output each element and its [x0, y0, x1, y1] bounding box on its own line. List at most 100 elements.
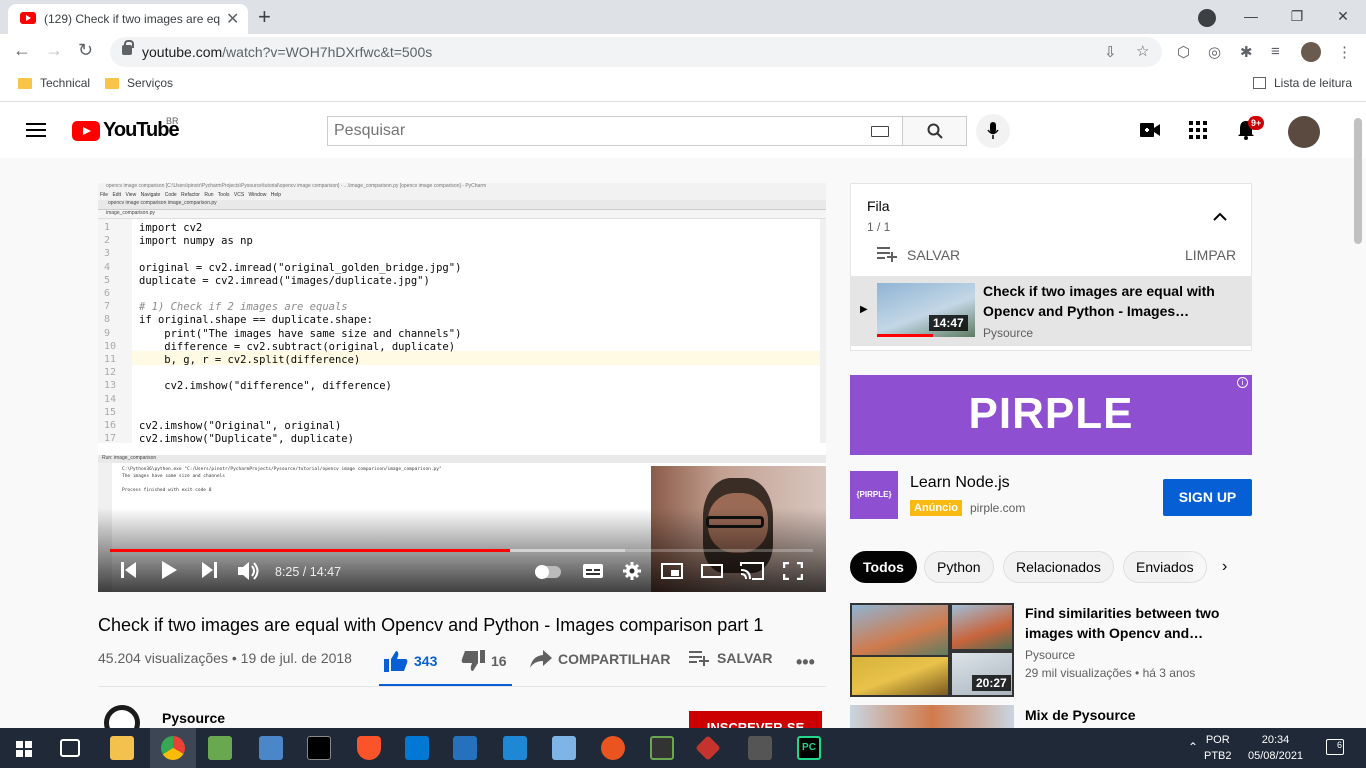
queue-item-title[interactable]: Check if two images are equal with Openc… [983, 281, 1233, 321]
profile-avatar[interactable] [1301, 42, 1321, 62]
action-center-icon[interactable]: 6 [1326, 739, 1344, 755]
keyboard-layout: PTB2 [1204, 750, 1232, 762]
taskbar-clock[interactable]: 20:34 05/08/2021 [1248, 732, 1303, 764]
task-view-icon[interactable] [60, 739, 80, 757]
apps-grid-icon[interactable] [1189, 121, 1207, 139]
pycharm-icon[interactable]: PC [797, 736, 821, 760]
code-line: b, g, r = cv2.split(difference) [139, 354, 361, 366]
install-icon[interactable]: ⇩ [1104, 43, 1117, 61]
chrome-icon[interactable] [161, 736, 185, 760]
bookmark-technical[interactable]: Technical [18, 76, 90, 90]
progress-bar[interactable] [110, 549, 813, 552]
powershell-ise-icon[interactable] [503, 736, 527, 760]
hamburger-menu-icon[interactable] [26, 123, 46, 141]
ide-title: opencv image comparison [C:\Users\pinotr… [98, 183, 826, 192]
reload-icon[interactable]: ↻ [78, 40, 93, 61]
reading-list[interactable]: Lista de leitura [1253, 76, 1352, 90]
recommendation-item[interactable]: Mix de Pysource [850, 705, 1252, 728]
ad-title[interactable]: Learn Node.js [910, 474, 1010, 492]
autoplay-toggle[interactable] [535, 565, 561, 579]
save-button[interactable]: SALVAR [689, 650, 772, 666]
keyboard-icon[interactable] [871, 126, 889, 137]
extensions-puzzle-icon[interactable]: ✱ [1240, 43, 1253, 61]
cast-icon[interactable] [740, 562, 764, 580]
recommendation-title[interactable]: Find similarities between two images wit… [1025, 603, 1245, 643]
forward-arrow-icon[interactable]: → [45, 40, 63, 61]
powershell-icon[interactable] [453, 736, 477, 760]
ad-banner[interactable]: PIRPLE i [850, 375, 1252, 455]
search-button[interactable] [902, 116, 967, 146]
dislike-button[interactable]: 16 [461, 650, 507, 672]
video-player[interactable]: opencv image comparison [C:\Users\pinotr… [98, 183, 826, 592]
vscode-icon[interactable] [405, 736, 429, 760]
media-control-icon[interactable]: ≡ [1271, 43, 1280, 60]
bookmark-star-icon[interactable]: ☆ [1136, 42, 1149, 60]
url-text[interactable]: youtube.com/watch?v=WOH7hDXrfwc&t=500s [142, 44, 432, 60]
queue-save-button[interactable] [877, 246, 899, 262]
create-video-icon[interactable] [1140, 123, 1160, 137]
chip-python[interactable]: Python [924, 551, 994, 583]
queue-clear-button[interactable]: LIMPAR [1185, 247, 1236, 263]
browser-tab[interactable]: (129) Check if two images are equal with… [8, 4, 248, 34]
brave-icon[interactable] [357, 736, 381, 760]
ad-signup-button[interactable]: SIGN UP [1163, 479, 1252, 516]
recommendation-title[interactable]: Mix de Pysource [1025, 705, 1245, 725]
terminal-icon[interactable] [307, 736, 331, 760]
language-indicator[interactable]: POR PTB2 [1204, 732, 1232, 764]
like-button[interactable]: 343 [384, 650, 437, 672]
minimize-icon[interactable]: — [1228, 0, 1274, 32]
chevron-up-tray-icon[interactable]: ⌃ [1188, 740, 1198, 754]
play-icon[interactable] [161, 561, 177, 579]
back-arrow-icon[interactable]: ← [13, 40, 31, 61]
previous-icon[interactable] [121, 561, 137, 579]
subtitles-icon[interactable] [583, 564, 603, 578]
lock-icon[interactable] [122, 40, 134, 55]
recommendation-thumbnail[interactable] [850, 705, 1014, 728]
tab-search-icon[interactable] [1198, 9, 1216, 27]
close-window-icon[interactable]: ✕ [1320, 0, 1366, 32]
volume-icon[interactable] [238, 561, 260, 581]
browser-tab-bar: (129) Check if two images are equal with… [0, 0, 1366, 34]
restore-icon[interactable]: ❐ [1274, 0, 1320, 32]
chrome-menu-icon[interactable]: ⋮ [1337, 43, 1352, 61]
ad-logo[interactable]: {PIRPLE} [850, 471, 898, 519]
queue-save-label[interactable]: SALVAR [907, 247, 960, 263]
search-input[interactable] [334, 122, 854, 140]
channel-name[interactable]: Pysource [162, 710, 225, 726]
queue-item[interactable]: ▶ 14:47 Check if two images are equal wi… [851, 276, 1251, 346]
git-icon[interactable] [695, 735, 721, 761]
fullscreen-icon[interactable] [783, 562, 803, 580]
more-actions-icon[interactable]: ••• [796, 652, 815, 673]
spreadsheet-app-icon[interactable] [208, 736, 232, 760]
new-tab-icon[interactable]: + [258, 4, 271, 30]
snipping-tool-icon[interactable] [748, 736, 772, 760]
chevron-up-icon[interactable] [1213, 212, 1227, 221]
address-bar[interactable]: youtube.com/watch?v=WOH7hDXrfwc&t=500s ⇩… [110, 37, 1162, 67]
chip-relacionados[interactable]: Relacionados [1003, 551, 1114, 583]
next-icon[interactable] [201, 561, 217, 579]
theater-mode-icon[interactable] [701, 564, 723, 578]
miniplayer-icon[interactable] [661, 563, 683, 579]
recommendation-item[interactable]: 20:27 Find similarities between two imag… [850, 603, 1252, 697]
account-avatar[interactable] [1288, 116, 1320, 148]
settings-gear-icon[interactable] [623, 562, 641, 580]
playlist-add-icon [689, 651, 709, 666]
extension-hexagon-icon[interactable]: ⬡ [1177, 43, 1190, 61]
chip-enviados[interactable]: Enviados [1123, 551, 1207, 583]
windows-start-icon[interactable] [16, 741, 32, 757]
chip-todos[interactable]: Todos [850, 551, 917, 583]
ad-info-icon[interactable]: i [1237, 377, 1248, 388]
share-button[interactable]: COMPARTILHAR [530, 650, 671, 668]
voice-search-button[interactable] [976, 114, 1010, 148]
code-editor-icon[interactable] [650, 736, 674, 760]
page-scrollbar[interactable] [1354, 118, 1362, 244]
ubuntu-icon[interactable] [601, 736, 625, 760]
bookmark-servicos[interactable]: Serviços [105, 76, 173, 90]
remote-desktop-icon[interactable] [552, 736, 576, 760]
close-tab-icon[interactable]: ✕ [226, 9, 239, 29]
file-explorer-icon[interactable] [110, 736, 134, 760]
network-app-icon[interactable] [259, 736, 283, 760]
extension-circle-icon[interactable]: ◎ [1208, 43, 1221, 61]
chevron-right-icon[interactable]: › [1222, 558, 1227, 576]
youtube-logo-icon[interactable] [72, 121, 100, 141]
